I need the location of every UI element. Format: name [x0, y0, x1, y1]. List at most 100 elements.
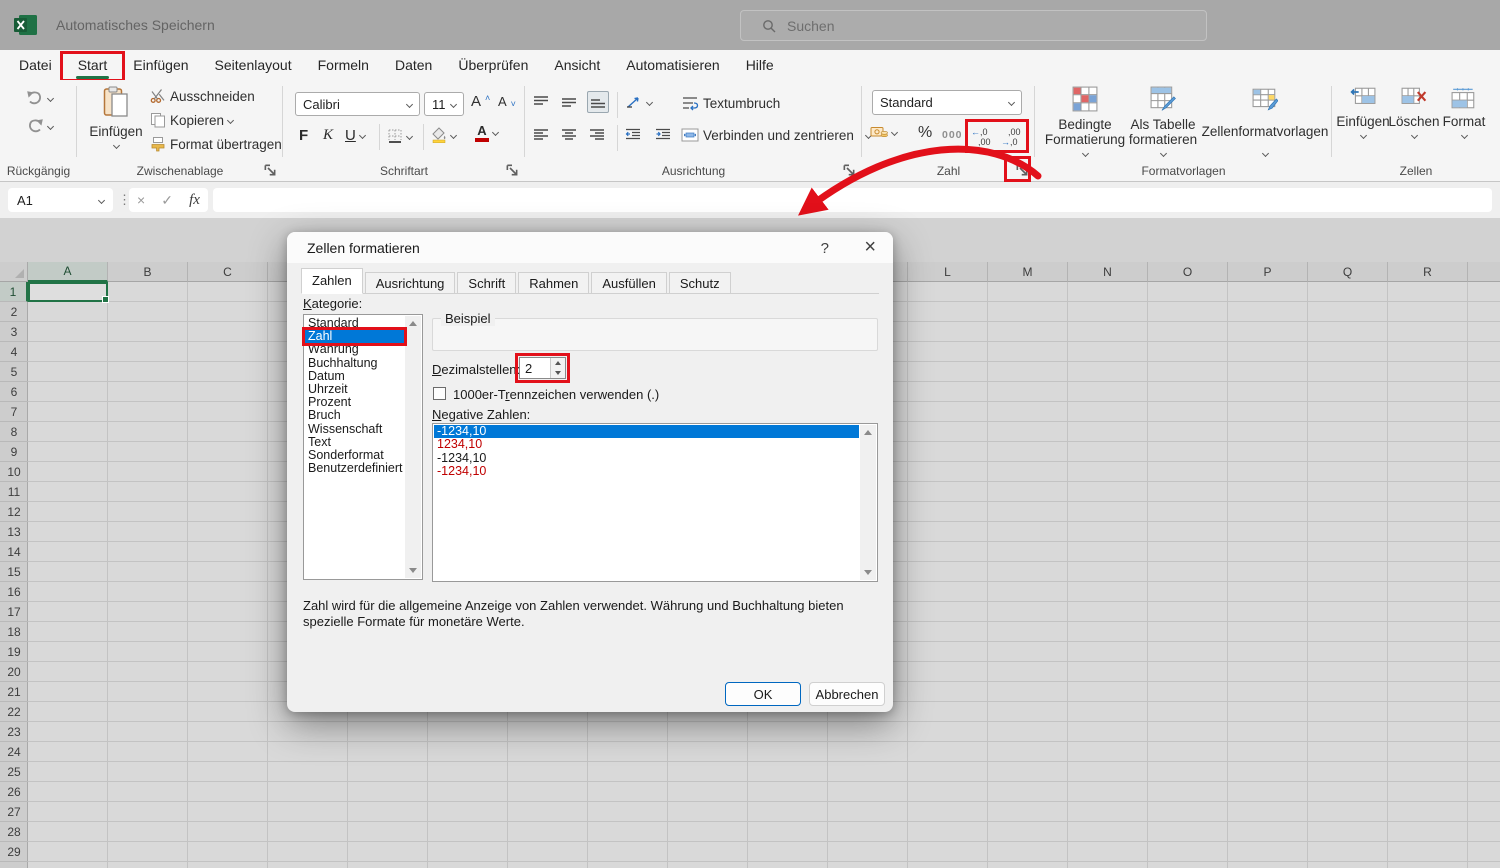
category-listbox[interactable]: StandardZahlWährungBuchhaltungDatumUhrze…: [303, 314, 423, 580]
scroll-down-arrow[interactable]: [405, 563, 421, 578]
fill-color-chevron[interactable]: [450, 131, 457, 138]
cancel-button[interactable]: Abbrechen: [809, 682, 885, 706]
row-header[interactable]: 29: [0, 842, 28, 862]
dialog-help-button[interactable]: ?: [821, 240, 829, 257]
cell-styles-button[interactable]: Zellenformatvorlagen: [1207, 86, 1323, 156]
spinner-up-button[interactable]: [551, 358, 565, 368]
wrap-text-button[interactable]: Textumbruch: [681, 95, 780, 111]
decimals-spinner[interactable]: 2: [519, 357, 566, 379]
ribbon-tab[interactable]: Datei: [6, 50, 65, 80]
thousands-checkbox-label[interactable]: 1000er-Trennzeichen verwenden (.): [453, 387, 659, 402]
negatives-scrollbar[interactable]: [860, 425, 876, 580]
font-dialog-launcher[interactable]: [504, 162, 519, 177]
row-header[interactable]: 27: [0, 802, 28, 822]
ribbon-tab[interactable]: Hilfe: [733, 50, 787, 80]
orientation-chevron[interactable]: [646, 98, 653, 105]
accounting-chevron[interactable]: [891, 128, 898, 135]
row-header[interactable]: 26: [0, 782, 28, 802]
font-color-button[interactable]: A: [475, 124, 498, 142]
paste-dropdown-chevron[interactable]: [112, 142, 119, 149]
number-dialog-launcher[interactable]: [1014, 162, 1029, 177]
merge-center-button[interactable]: Verbinden und zentrieren: [681, 127, 871, 143]
paste-button[interactable]: Einfügen: [87, 85, 145, 148]
undo-button[interactable]: [26, 90, 53, 106]
dialog-tab[interactable]: Schutz: [669, 272, 731, 294]
font-name-select[interactable]: Calibri: [295, 92, 420, 116]
category-option[interactable]: Zahl: [305, 330, 404, 343]
row-header[interactable]: 17: [0, 602, 28, 622]
scroll-down-arrow[interactable]: [860, 565, 876, 580]
category-option[interactable]: Bruch: [305, 409, 404, 422]
conditional-formatting-chevron[interactable]: [1081, 150, 1088, 157]
row-header[interactable]: 9: [0, 442, 28, 462]
decrease-indent-button[interactable]: [625, 127, 641, 143]
row-header[interactable]: 14: [0, 542, 28, 562]
scroll-up-arrow[interactable]: [405, 316, 421, 331]
category-option[interactable]: Benutzerdefiniert: [305, 462, 404, 475]
insert-function-icon[interactable]: fx: [189, 192, 200, 209]
shrink-font-button[interactable]: A˅: [498, 93, 516, 109]
row-header[interactable]: 15: [0, 562, 28, 582]
row-header[interactable]: 19: [0, 642, 28, 662]
row-header[interactable]: 6: [0, 382, 28, 402]
insert-cells-button[interactable]: Einfügen: [1336, 87, 1390, 138]
row-header[interactable]: 3: [0, 322, 28, 342]
font-color-chevron[interactable]: [492, 129, 499, 136]
category-option[interactable]: Datum: [305, 370, 404, 383]
row-header[interactable]: 13: [0, 522, 28, 542]
column-header[interactable]: Q: [1308, 262, 1388, 282]
ribbon-tab[interactable]: Daten: [382, 50, 445, 80]
column-header[interactable]: B: [108, 262, 188, 282]
conditional-formatting-button[interactable]: Bedingte Formatierung: [1041, 86, 1129, 156]
column-header[interactable]: C: [188, 262, 268, 282]
formula-input[interactable]: [213, 188, 1492, 212]
row-header[interactable]: 11: [0, 482, 28, 502]
borders-chevron[interactable]: [406, 132, 413, 139]
comma-style-button[interactable]: 000: [942, 129, 963, 141]
increase-decimal-button[interactable]: ←,0 ,00: [969, 122, 998, 151]
underline-chevron[interactable]: [359, 132, 366, 139]
enter-entry-icon[interactable]: ✓: [161, 192, 173, 209]
decrease-decimal-button[interactable]: ,00 →,0: [999, 122, 1028, 151]
row-header[interactable]: 25: [0, 762, 28, 782]
select-all-corner[interactable]: [0, 262, 28, 282]
row-header[interactable]: 5: [0, 362, 28, 382]
dialog-tab[interactable]: Ausrichtung: [365, 272, 456, 294]
delete-cells-chevron[interactable]: [1410, 132, 1417, 139]
column-header[interactable]: R: [1388, 262, 1468, 282]
italic-button[interactable]: K: [323, 127, 333, 144]
spinner-down-button[interactable]: [551, 368, 565, 378]
row-header[interactable]: 7: [0, 402, 28, 422]
row-header[interactable]: 21: [0, 682, 28, 702]
borders-button[interactable]: [387, 128, 412, 144]
cut-button[interactable]: Ausschneiden: [150, 88, 255, 104]
name-box-chevron[interactable]: [98, 196, 105, 203]
row-header[interactable]: 24: [0, 742, 28, 762]
font-size-select[interactable]: 11: [424, 92, 464, 116]
ribbon-tab[interactable]: Einfügen: [120, 50, 201, 80]
align-center-button[interactable]: [561, 127, 577, 143]
format-cells-chevron[interactable]: [1460, 132, 1467, 139]
ribbon-tab[interactable]: Überprüfen: [445, 50, 541, 80]
scroll-up-arrow[interactable]: [860, 425, 876, 440]
row-header[interactable]: 23: [0, 722, 28, 742]
number-format-select[interactable]: Standard: [872, 90, 1022, 115]
format-painter-button[interactable]: Format übertragen: [150, 136, 282, 152]
thousands-checkbox[interactable]: [433, 387, 446, 400]
fill-color-button[interactable]: [431, 127, 456, 143]
category-scrollbar[interactable]: [405, 316, 421, 578]
category-option[interactable]: Buchhaltung: [305, 357, 404, 370]
negative-format-option[interactable]: 1234,10: [434, 438, 859, 451]
align-middle-button[interactable]: [561, 94, 577, 110]
ribbon-tab[interactable]: Automatisieren: [613, 50, 732, 80]
negatives-listbox[interactable]: -1234,101234,10-1234,10-1234,10: [432, 423, 878, 582]
dialog-tab[interactable]: Schrift: [457, 272, 516, 294]
row-header[interactable]: 4: [0, 342, 28, 362]
ok-button[interactable]: OK: [725, 682, 801, 706]
accounting-format-button[interactable]: [870, 124, 897, 140]
format-as-table-chevron[interactable]: [1159, 150, 1166, 157]
row-header[interactable]: 20: [0, 662, 28, 682]
clipboard-dialog-launcher[interactable]: [262, 162, 277, 177]
row-header[interactable]: 10: [0, 462, 28, 482]
category-option[interactable]: Text: [305, 436, 404, 449]
